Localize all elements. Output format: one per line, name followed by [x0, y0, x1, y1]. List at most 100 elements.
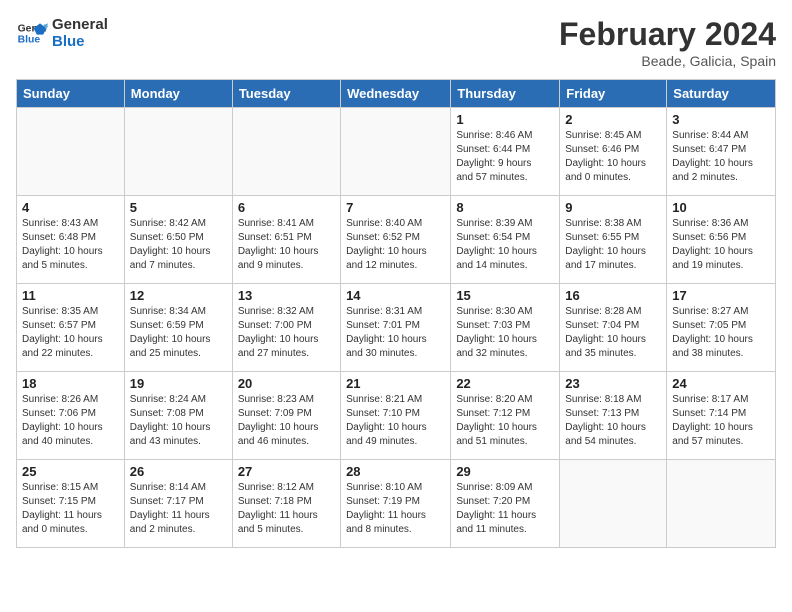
col-monday: Monday	[124, 80, 232, 108]
day-number: 24	[672, 376, 770, 391]
day-info: Sunrise: 8:44 AM Sunset: 6:47 PM Dayligh…	[672, 129, 770, 185]
table-row: 19 Sunrise: 8:24 AM Sunset: 7:08 PM Dayli…	[124, 372, 232, 460]
table-row: 13 Sunrise: 8:32 AM Sunset: 7:00 PM Dayli…	[232, 284, 340, 372]
table-row: 17 Sunrise: 8:27 AM Sunset: 7:05 PM Dayli…	[667, 284, 776, 372]
day-number: 1	[456, 112, 554, 127]
table-row: 29Sunrise: 8:09 AM Sunset: 7:20 PM Dayli…	[451, 460, 560, 548]
table-row: 28 Sunrise: 8:10 AM Sunset: 7:19 PM Dayli…	[341, 460, 451, 548]
day-info: Sunrise: 8:24 AM Sunset: 7:08 PM Dayligh…	[130, 393, 227, 449]
table-row: 5 Sunrise: 8:42 AM Sunset: 6:50 PM Daylig…	[124, 196, 232, 284]
day-number: 5	[130, 200, 227, 215]
day-info: Sunrise: 8:42 AM Sunset: 6:50 PM Dayligh…	[130, 217, 227, 273]
day-number: 4	[22, 200, 119, 215]
table-row: 26Sunrise: 8:14 AM Sunset: 7:17 PM Dayli…	[124, 460, 232, 548]
calendar-week-1: 1 Sunrise: 8:46 AM Sunset: 6:44 PM Daylig…	[17, 108, 776, 196]
table-row: 18 Sunrise: 8:26 AM Sunset: 7:06 PM Dayli…	[17, 372, 125, 460]
table-row: 7 Sunrise: 8:40 AM Sunset: 6:52 PM Daylig…	[341, 196, 451, 284]
col-thursday: Thursday	[451, 80, 560, 108]
table-row: 23 Sunrise: 8:18 AM Sunset: 7:13 PM Dayli…	[560, 372, 667, 460]
col-saturday: Saturday	[667, 80, 776, 108]
table-row	[232, 108, 340, 196]
calendar-week-5: 25 Sunrise: 8:15 AM Sunset: 7:15 PM Dayli…	[17, 460, 776, 548]
table-row	[17, 108, 125, 196]
col-friday: Friday	[560, 80, 667, 108]
day-info: Sunrise: 8:36 AM Sunset: 6:56 PM Dayligh…	[672, 217, 770, 273]
day-number: 26	[130, 464, 227, 479]
col-wednesday: Wednesday	[341, 80, 451, 108]
day-info: Sunrise: 8:27 AM Sunset: 7:05 PM Dayligh…	[672, 305, 770, 361]
logo: General Blue General Blue	[16, 16, 108, 50]
day-number: 20	[238, 376, 335, 391]
calendar-week-2: 4 Sunrise: 8:43 AM Sunset: 6:48 PM Daylig…	[17, 196, 776, 284]
title-block: February 2024 Beade, Galicia, Spain	[559, 16, 776, 69]
table-row: 12Sunrise: 8:34 AM Sunset: 6:59 PM Dayli…	[124, 284, 232, 372]
day-info: Sunrise: 8:23 AM Sunset: 7:09 PM Dayligh…	[238, 393, 335, 449]
table-row: 2Sunrise: 8:45 AM Sunset: 6:46 PM Daylig…	[560, 108, 667, 196]
day-info: Sunrise: 8:20 AM Sunset: 7:12 PM Dayligh…	[456, 393, 554, 449]
day-info: Sunrise: 8:26 AM Sunset: 7:06 PM Dayligh…	[22, 393, 119, 449]
day-number: 8	[456, 200, 554, 215]
day-info: Sunrise: 8:15 AM Sunset: 7:15 PM Dayligh…	[22, 481, 119, 537]
day-info: Sunrise: 8:38 AM Sunset: 6:55 PM Dayligh…	[565, 217, 661, 273]
day-number: 10	[672, 200, 770, 215]
location-subtitle: Beade, Galicia, Spain	[559, 53, 776, 69]
day-number: 28	[346, 464, 445, 479]
day-number: 13	[238, 288, 335, 303]
table-row: 1 Sunrise: 8:46 AM Sunset: 6:44 PM Daylig…	[451, 108, 560, 196]
table-row: 24 Sunrise: 8:17 AM Sunset: 7:14 PM Dayli…	[667, 372, 776, 460]
calendar-header-row: Sunday Monday Tuesday Wednesday Thursday…	[17, 80, 776, 108]
day-number: 7	[346, 200, 445, 215]
day-info: Sunrise: 8:12 AM Sunset: 7:18 PM Dayligh…	[238, 481, 335, 537]
table-row: 8Sunrise: 8:39 AM Sunset: 6:54 PM Daylig…	[451, 196, 560, 284]
table-row	[124, 108, 232, 196]
day-number: 17	[672, 288, 770, 303]
table-row	[667, 460, 776, 548]
day-number: 29	[456, 464, 554, 479]
day-info: Sunrise: 8:31 AM Sunset: 7:01 PM Dayligh…	[346, 305, 445, 361]
day-number: 9	[565, 200, 661, 215]
day-info: Sunrise: 8:28 AM Sunset: 7:04 PM Dayligh…	[565, 305, 661, 361]
table-row	[560, 460, 667, 548]
day-number: 16	[565, 288, 661, 303]
day-info: Sunrise: 8:34 AM Sunset: 6:59 PM Dayligh…	[130, 305, 227, 361]
table-row: 16 Sunrise: 8:28 AM Sunset: 7:04 PM Dayli…	[560, 284, 667, 372]
table-row: 20 Sunrise: 8:23 AM Sunset: 7:09 PM Dayli…	[232, 372, 340, 460]
col-sunday: Sunday	[17, 80, 125, 108]
table-row: 9 Sunrise: 8:38 AM Sunset: 6:55 PM Daylig…	[560, 196, 667, 284]
day-number: 19	[130, 376, 227, 391]
col-tuesday: Tuesday	[232, 80, 340, 108]
day-number: 15	[456, 288, 554, 303]
day-info: Sunrise: 8:21 AM Sunset: 7:10 PM Dayligh…	[346, 393, 445, 449]
day-number: 23	[565, 376, 661, 391]
logo-general-text: General	[52, 16, 108, 33]
day-number: 25	[22, 464, 119, 479]
day-info: Sunrise: 8:30 AM Sunset: 7:03 PM Dayligh…	[456, 305, 554, 361]
day-info: Sunrise: 8:18 AM Sunset: 7:13 PM Dayligh…	[565, 393, 661, 449]
logo-blue-text: Blue	[52, 33, 108, 50]
day-info: Sunrise: 8:40 AM Sunset: 6:52 PM Dayligh…	[346, 217, 445, 273]
table-row: 14 Sunrise: 8:31 AM Sunset: 7:01 PM Dayli…	[341, 284, 451, 372]
day-number: 21	[346, 376, 445, 391]
month-year-title: February 2024	[559, 16, 776, 53]
day-info: Sunrise: 8:43 AM Sunset: 6:48 PM Dayligh…	[22, 217, 119, 273]
day-info: Sunrise: 8:32 AM Sunset: 7:00 PM Dayligh…	[238, 305, 335, 361]
calendar-week-3: 11Sunrise: 8:35 AM Sunset: 6:57 PM Dayli…	[17, 284, 776, 372]
day-number: 14	[346, 288, 445, 303]
day-info: Sunrise: 8:46 AM Sunset: 6:44 PM Dayligh…	[456, 129, 554, 185]
logo-icon: General Blue	[16, 17, 48, 49]
day-info: Sunrise: 8:10 AM Sunset: 7:19 PM Dayligh…	[346, 481, 445, 537]
day-number: 22	[456, 376, 554, 391]
calendar-week-4: 18 Sunrise: 8:26 AM Sunset: 7:06 PM Dayli…	[17, 372, 776, 460]
day-number: 11	[22, 288, 119, 303]
calendar-table: Sunday Monday Tuesday Wednesday Thursday…	[16, 79, 776, 548]
day-info: Sunrise: 8:41 AM Sunset: 6:51 PM Dayligh…	[238, 217, 335, 273]
table-row: 25 Sunrise: 8:15 AM Sunset: 7:15 PM Dayli…	[17, 460, 125, 548]
day-number: 27	[238, 464, 335, 479]
day-number: 18	[22, 376, 119, 391]
day-info: Sunrise: 8:17 AM Sunset: 7:14 PM Dayligh…	[672, 393, 770, 449]
table-row: 22 Sunrise: 8:20 AM Sunset: 7:12 PM Dayli…	[451, 372, 560, 460]
table-row	[341, 108, 451, 196]
table-row: 3Sunrise: 8:44 AM Sunset: 6:47 PM Daylig…	[667, 108, 776, 196]
table-row: 6Sunrise: 8:41 AM Sunset: 6:51 PM Daylig…	[232, 196, 340, 284]
table-row: 21 Sunrise: 8:21 AM Sunset: 7:10 PM Dayli…	[341, 372, 451, 460]
